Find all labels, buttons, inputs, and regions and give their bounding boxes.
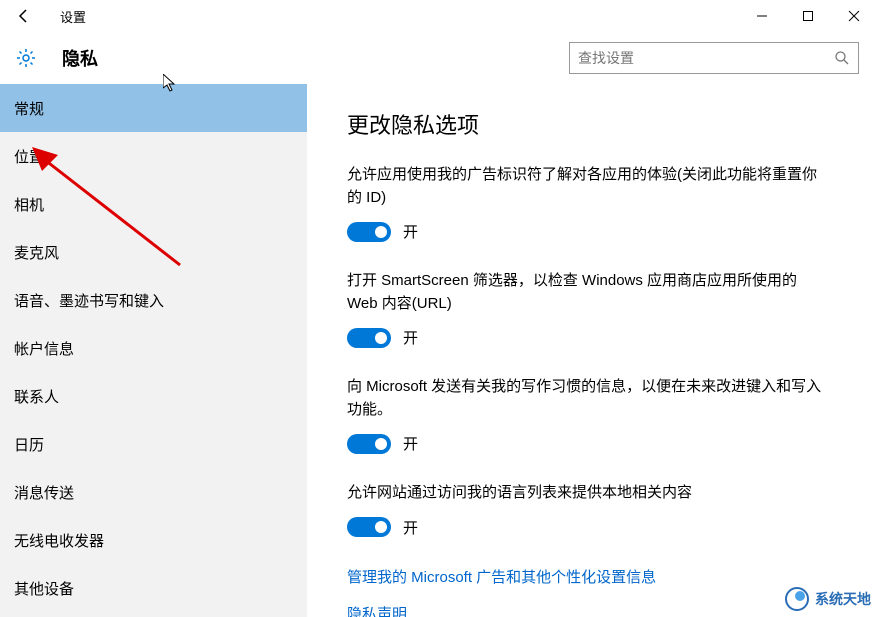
search-icon: [834, 50, 850, 66]
window-title: 设置: [60, 7, 86, 26]
sidebar-item-label: 无线电收发器: [14, 530, 104, 551]
toggle-language-list[interactable]: [347, 517, 391, 537]
sidebar-item-label: 位置: [14, 146, 44, 167]
setting-desc: 允许网站通过访问我的语言列表来提供本地相关内容: [347, 482, 827, 505]
toggle-writing-habits[interactable]: [347, 434, 391, 454]
main-heading: 更改隐私选项: [347, 108, 857, 140]
setting-smartscreen: 打开 SmartScreen 筛选器，以检查 Windows 应用商店应用所使用…: [347, 270, 827, 348]
toggle-label: 开: [403, 221, 418, 242]
main-panel: 更改隐私选项 允许应用使用我的广告标识符了解对各应用的体验(关闭此功能将重置你的…: [307, 84, 877, 617]
sidebar-item-location[interactable]: 位置: [0, 132, 307, 180]
arrow-left-icon: [16, 8, 32, 24]
sidebar-item-camera[interactable]: 相机: [0, 180, 307, 228]
sidebar-item-radio[interactable]: 无线电收发器: [0, 516, 307, 564]
toggle-row: 开: [347, 221, 827, 242]
sidebar-item-account-info[interactable]: 帐户信息: [0, 324, 307, 372]
close-icon: [848, 10, 860, 22]
sidebar-item-general[interactable]: 常规: [0, 84, 307, 132]
maximize-icon: [802, 10, 814, 22]
sidebar-item-label: 相机: [14, 194, 44, 215]
minimize-icon: [756, 10, 768, 22]
sidebar-item-label: 帐户信息: [14, 338, 74, 359]
toggle-row: 开: [347, 517, 827, 538]
sidebar-item-label: 麦克风: [14, 242, 59, 263]
setting-desc: 打开 SmartScreen 筛选器，以检查 Windows 应用商店应用所使用…: [347, 270, 827, 315]
watermark-label: 系统天地: [815, 589, 871, 609]
watermark-globe-icon: [785, 587, 809, 611]
content-area: 常规 位置 相机 麦克风 语音、墨迹书写和键入 帐户信息 联系人 日历 消息传送…: [0, 84, 877, 617]
search-input[interactable]: [578, 50, 834, 66]
sidebar-item-contacts[interactable]: 联系人: [0, 372, 307, 420]
sidebar-item-microphone[interactable]: 麦克风: [0, 228, 307, 276]
gear-icon: [16, 48, 36, 68]
sidebar-item-speech-ink-typing[interactable]: 语音、墨迹书写和键入: [0, 276, 307, 324]
sidebar-item-label: 消息传送: [14, 482, 74, 503]
sidebar-item-label: 常规: [14, 98, 44, 119]
window-controls: [739, 0, 877, 32]
sidebar-item-label: 语音、墨迹书写和键入: [14, 290, 164, 311]
setting-language-list: 允许网站通过访问我的语言列表来提供本地相关内容 开: [347, 482, 827, 538]
toggle-row: 开: [347, 327, 827, 348]
toggle-label: 开: [403, 327, 418, 348]
sidebar-item-label: 其他设备: [14, 578, 74, 599]
header-row: 隐私: [0, 32, 877, 84]
minimize-button[interactable]: [739, 0, 785, 32]
titlebar: 设置: [0, 0, 877, 32]
setting-writing-habits: 向 Microsoft 发送有关我的写作习惯的信息，以便在未来改进键入和写入功能…: [347, 376, 827, 454]
sidebar-item-calendar[interactable]: 日历: [0, 420, 307, 468]
sidebar-item-label: 日历: [14, 434, 44, 455]
toggle-ad-id[interactable]: [347, 222, 391, 242]
link-manage-ads[interactable]: 管理我的 Microsoft 广告和其他个性化设置信息: [347, 566, 857, 587]
watermark: 系统天地: [785, 587, 871, 611]
toggle-label: 开: [403, 517, 418, 538]
page-title: 隐私: [62, 45, 98, 71]
setting-desc: 允许应用使用我的广告标识符了解对各应用的体验(关闭此功能将重置你的 ID): [347, 164, 827, 209]
maximize-button[interactable]: [785, 0, 831, 32]
setting-ad-id: 允许应用使用我的广告标识符了解对各应用的体验(关闭此功能将重置你的 ID) 开: [347, 164, 827, 242]
back-button[interactable]: [0, 0, 48, 32]
setting-desc: 向 Microsoft 发送有关我的写作习惯的信息，以便在未来改进键入和写入功能…: [347, 376, 827, 421]
close-button[interactable]: [831, 0, 877, 32]
sidebar-item-messaging[interactable]: 消息传送: [0, 468, 307, 516]
search-box[interactable]: [569, 42, 859, 74]
sidebar: 常规 位置 相机 麦克风 语音、墨迹书写和键入 帐户信息 联系人 日历 消息传送…: [0, 84, 307, 617]
toggle-row: 开: [347, 433, 827, 454]
link-privacy-statement[interactable]: 隐私声明: [347, 603, 857, 617]
sidebar-item-other-devices[interactable]: 其他设备: [0, 564, 307, 612]
sidebar-item-label: 联系人: [14, 386, 59, 407]
toggle-smartscreen[interactable]: [347, 328, 391, 348]
toggle-label: 开: [403, 433, 418, 454]
